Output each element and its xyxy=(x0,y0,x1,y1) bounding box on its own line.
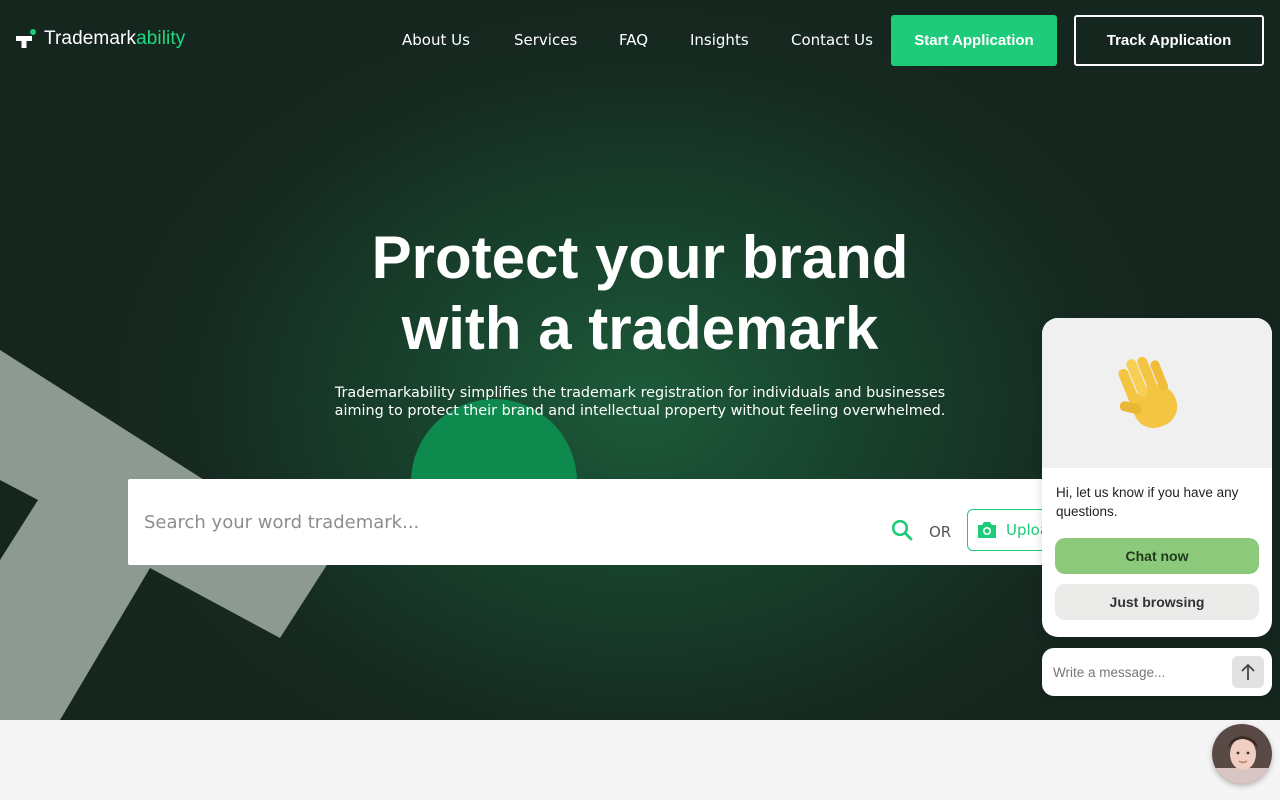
chat-widget: Hi, let us know if you have any question… xyxy=(1042,318,1272,637)
nav-about-us[interactable]: About Us xyxy=(402,31,470,49)
just-browsing-button[interactable]: Just browsing xyxy=(1055,584,1259,620)
track-application-button[interactable]: Track Application xyxy=(1074,15,1264,66)
headline-line-2: with a trademark xyxy=(401,295,879,362)
waving-hand-icon xyxy=(1118,356,1178,429)
nav-insights[interactable]: Insights xyxy=(690,31,749,49)
chat-agent-avatar[interactable] xyxy=(1212,724,1272,784)
headline-line-1: Protect your brand xyxy=(371,224,909,291)
chat-greeting: Hi, let us know if you have any question… xyxy=(1056,485,1239,519)
subtext-line-2: aiming to protect their brand and intell… xyxy=(334,403,946,419)
nav-faq[interactable]: FAQ xyxy=(619,31,648,49)
chat-now-button[interactable]: Chat now xyxy=(1055,538,1259,574)
chat-message-box xyxy=(1042,648,1272,696)
subtext-line-1: Trademarkability simplifies the trademar… xyxy=(334,385,946,401)
search-icon[interactable] xyxy=(891,519,913,541)
arrow-up-icon xyxy=(1241,663,1255,680)
content-band xyxy=(0,720,1280,800)
hero-subtext: Trademarkability simplifies the trademar… xyxy=(290,384,990,420)
trademark-search-input[interactable] xyxy=(144,501,844,543)
camera-icon xyxy=(978,522,996,538)
logo-text: Trademarkability xyxy=(44,28,186,49)
trademark-search-box: OR Upload xyxy=(128,479,1128,565)
or-separator: OR xyxy=(929,523,952,541)
nav-contact-us[interactable]: Contact Us xyxy=(791,31,873,49)
send-message-button[interactable] xyxy=(1232,656,1264,688)
agent-photo xyxy=(1212,724,1272,784)
hero-headline: Protect your brand with a trademark xyxy=(240,222,1040,364)
nav-services[interactable]: Services xyxy=(514,31,577,49)
chat-message-input[interactable] xyxy=(1053,660,1223,684)
logo-icon xyxy=(16,29,36,48)
start-application-button[interactable]: Start Application xyxy=(891,15,1057,66)
logo[interactable]: Trademarkability xyxy=(16,28,185,50)
chat-header xyxy=(1042,318,1272,468)
